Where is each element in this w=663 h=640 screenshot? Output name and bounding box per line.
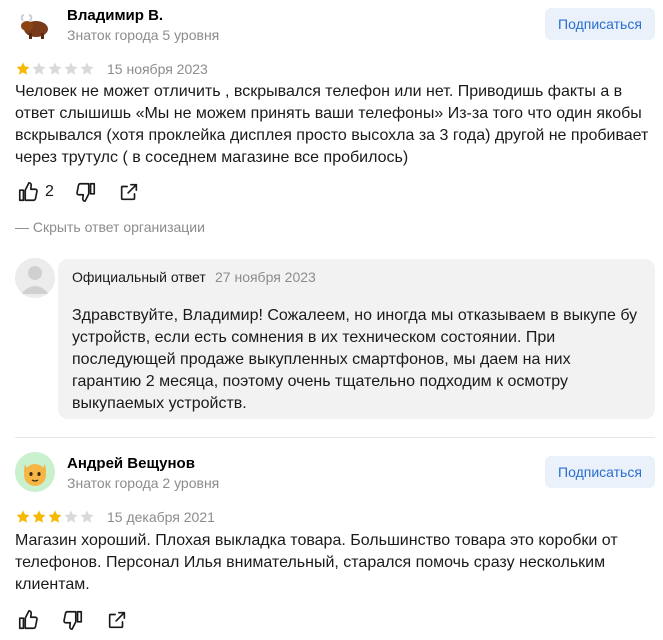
org-reply: Официальный ответ 27 ноября 2023 Здравст… xyxy=(58,259,655,419)
star-filled-icon xyxy=(32,510,46,523)
thumb-up-icon xyxy=(18,610,38,630)
like-count: 2 xyxy=(45,183,54,200)
author-name[interactable]: Владимир В. xyxy=(67,7,163,24)
author-name[interactable]: Андрей Вещунов xyxy=(67,455,195,472)
subscribe-button[interactable]: Подписаться xyxy=(545,456,655,488)
avatar-andrey[interactable] xyxy=(15,452,55,492)
reply-date: 27 ноября 2023 xyxy=(215,269,316,285)
star-empty-icon xyxy=(64,62,78,75)
share-button[interactable] xyxy=(106,609,128,631)
star-filled-icon xyxy=(16,62,30,75)
author-level: Знаток города 2 уровня xyxy=(67,475,220,491)
dislike-button[interactable] xyxy=(75,181,97,203)
share-icon xyxy=(108,611,126,629)
cat-avatar-icon xyxy=(15,452,55,492)
subscribe-button[interactable]: Подписаться xyxy=(545,8,655,40)
star-empty-icon xyxy=(32,62,46,75)
star-empty-icon xyxy=(80,510,94,523)
like-button[interactable] xyxy=(17,609,39,631)
rating-stars xyxy=(15,61,95,77)
share-button[interactable] xyxy=(118,181,140,203)
star-empty-icon xyxy=(48,62,62,75)
yak-avatar-icon xyxy=(15,6,55,46)
review-date: 15 декабря 2021 xyxy=(107,509,215,525)
reply-text: Здравствуйте, Владимир! Сожалеем, но ино… xyxy=(72,307,638,412)
review-text: Магазин хороший. Плохая выкладка товара.… xyxy=(15,532,618,593)
review-date: 15 ноября 2023 xyxy=(107,61,208,77)
reply-title: Официальный ответ xyxy=(72,269,206,285)
star-empty-icon xyxy=(64,510,78,523)
star-filled-icon xyxy=(48,510,62,523)
thumb-up-icon xyxy=(18,182,38,202)
user-placeholder-icon xyxy=(15,258,55,298)
like-button[interactable]: 2 xyxy=(17,181,54,203)
share-icon xyxy=(120,183,138,201)
review-text: Человек не может отличить , вскрывался т… xyxy=(15,83,649,166)
hide-org-reply-link[interactable]: — Скрыть ответ организации xyxy=(15,219,205,235)
review-divider xyxy=(15,437,655,438)
star-filled-icon xyxy=(16,510,30,523)
author-level: Знаток города 5 уровня xyxy=(67,27,220,43)
dislike-button[interactable] xyxy=(62,609,84,631)
thumb-down-icon xyxy=(76,182,96,202)
star-empty-icon xyxy=(80,62,94,75)
thumb-down-icon xyxy=(63,610,83,630)
org-avatar xyxy=(15,258,55,298)
rating-stars xyxy=(15,509,95,525)
avatar-vladimir[interactable] xyxy=(15,6,55,46)
